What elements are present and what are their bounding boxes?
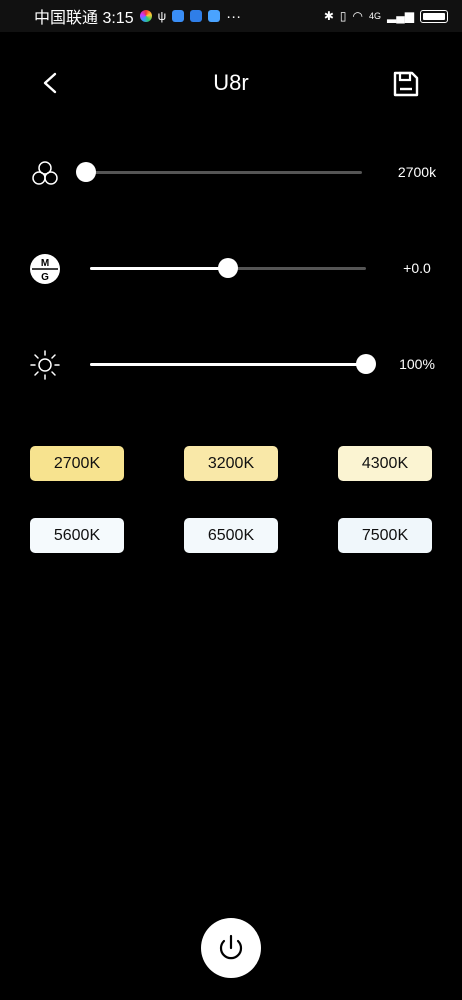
preset-button-7500k[interactable]: 7500K (338, 518, 432, 553)
usb-icon: ψ (157, 9, 167, 23)
preset-button-4300k[interactable]: 4300K (338, 446, 432, 481)
bluetooth-icon: ✱ (323, 9, 334, 23)
carrier-time: 中国联通 3:15 (34, 10, 134, 27)
brightness-slider-thumb[interactable] (356, 354, 376, 374)
rgb-circles-icon (28, 156, 62, 190)
preset-button-3200k[interactable]: 3200K (184, 446, 278, 481)
status-right: ✱ ▯ ◠ 4G ▂▄▆ (324, 9, 448, 23)
status-bar: 中国联通 3:15 ψ ··· ✱ ▯ ◠ 4G ▂▄▆ (0, 0, 462, 32)
save-button[interactable] (390, 68, 422, 100)
header: U8r (0, 58, 462, 108)
cct-slider-thumb[interactable] (76, 162, 96, 182)
color-wheel-app-icon (139, 10, 152, 22)
power-button[interactable] (201, 918, 261, 978)
preset-button-2700k[interactable]: 2700K (30, 446, 124, 481)
cloud-app-icon (208, 10, 221, 22)
mg-slider-row: M G +0.0 (0, 248, 462, 288)
preset-button-5600k[interactable]: 5600K (30, 518, 124, 553)
status-left: 中国联通 3:15 ψ ··· (34, 4, 241, 28)
vibrate-icon: ▯ (339, 9, 347, 23)
cct-slider-row: 2700k (0, 152, 462, 192)
cct-value: 2700k (397, 164, 437, 180)
mg-slider[interactable] (90, 258, 366, 278)
bulb-app-icon (190, 10, 203, 22)
mg-badge-icon: M G (28, 252, 62, 286)
mg-slider-thumb[interactable] (218, 258, 238, 278)
brightness-slider[interactable] (90, 354, 376, 374)
preset-button-6500k[interactable]: 6500K (184, 518, 278, 553)
mg-slider-fill (90, 267, 228, 270)
mg-icon-bottom-letter: G (41, 272, 49, 283)
brightness-slider-row: 100% (0, 344, 462, 384)
sun-icon (28, 348, 62, 382)
more-notifications: ··· (226, 7, 242, 25)
power-icon (219, 934, 243, 960)
network-type: 4G (369, 11, 382, 21)
cct-slider[interactable] (76, 162, 362, 182)
signal-icon: ▂▄▆ (387, 9, 414, 23)
mg-icon-top-letter: M (41, 258, 49, 269)
wifi-icon: ◠ (352, 9, 364, 23)
save-icon (393, 71, 419, 97)
brightness-value: 100% (399, 356, 435, 372)
mg-value: +0.0 (403, 260, 431, 276)
battery-icon (420, 9, 448, 23)
brightness-slider-fill (90, 363, 366, 366)
app-notification-icon (172, 10, 185, 22)
